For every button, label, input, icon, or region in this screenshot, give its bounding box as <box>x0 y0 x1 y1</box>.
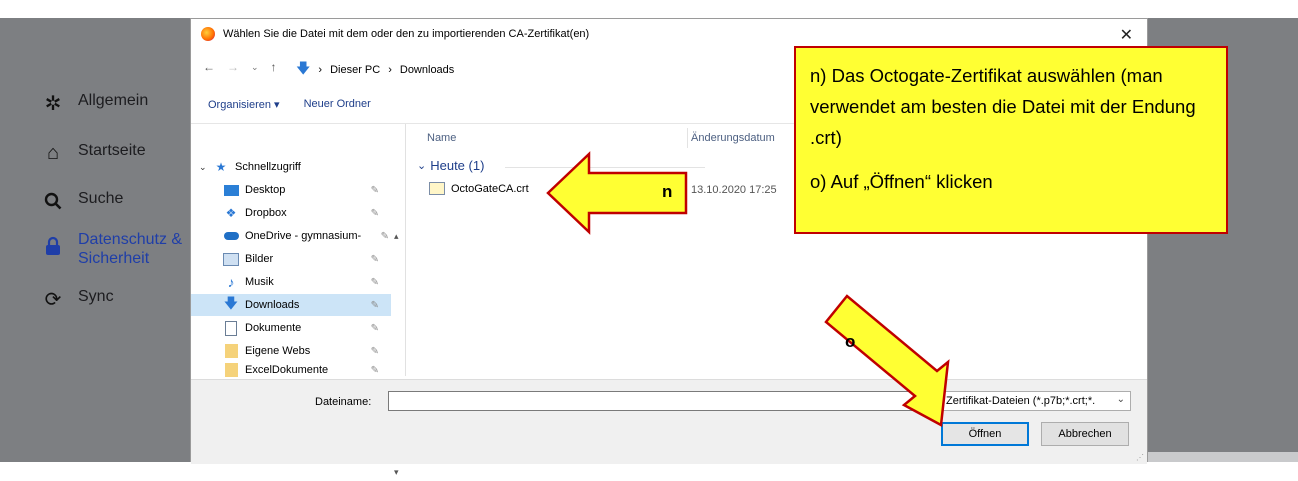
callout-step-n: n) Das Octogate-Zertifikat auswählen (ma… <box>810 65 1196 148</box>
arrow-o-label: o <box>845 332 856 351</box>
instruction-callout: n) Das Octogate-Zertifikat auswählen (ma… <box>794 46 1228 234</box>
callout-gap <box>810 153 1212 166</box>
callout-step-o: o) Auf „Öffnen“ klicken <box>810 171 993 192</box>
arrow-n-label: n <box>662 182 673 201</box>
scroll-down-icon[interactable]: ▾ <box>394 467 399 478</box>
arrow-o-shape <box>824 294 950 427</box>
